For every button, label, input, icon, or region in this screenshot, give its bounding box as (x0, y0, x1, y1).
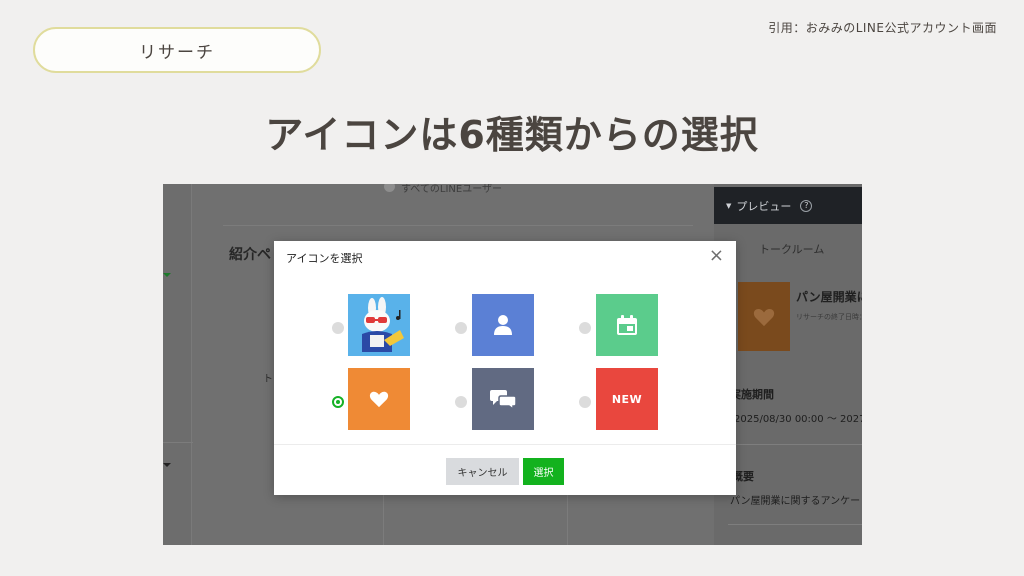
icon-option-person[interactable] (472, 294, 534, 356)
new-badge-icon: NEW (611, 392, 643, 406)
calendar-icon (617, 315, 637, 335)
icon-option-new[interactable]: NEW (596, 368, 658, 430)
heart-icon (369, 391, 389, 408)
icon-option-radio-person[interactable] (455, 322, 467, 334)
dialog-title: アイコンを選択 (286, 252, 363, 265)
section-label: リサーチ (33, 27, 321, 73)
section-title: 紹介ペ (229, 247, 271, 263)
divider (163, 442, 193, 443)
icon-option-heart[interactable] (348, 368, 410, 430)
page-title: アイコンは6種類からの選択 (265, 113, 759, 157)
period-value: 2025/08/30 00:00 ～ 2027/0 (734, 414, 862, 425)
icon-option-character[interactable] (348, 294, 410, 356)
preview-header[interactable]: ▼ プレビュー ? (714, 187, 862, 224)
audience-option-label: すべてのLINEユーザー (401, 184, 503, 195)
icon-option-radio-heart[interactable] (332, 396, 344, 408)
person-icon (494, 315, 512, 335)
summary-value: パン屋開業に関するアンケー (730, 496, 861, 507)
partial-label: ト (263, 374, 273, 385)
period-label: 実施期間 (730, 388, 774, 401)
rabbit-character-icon (348, 294, 410, 356)
dialog-footer-divider (274, 444, 736, 445)
divider (728, 524, 862, 525)
left-column (163, 184, 192, 545)
preview-thumbnail (738, 282, 790, 351)
citation-text: 引用：おみみのLINE公式アカウント画面 (768, 21, 997, 35)
divider (383, 494, 384, 545)
preview-header-label: プレビュー (736, 199, 792, 213)
divider (223, 225, 693, 226)
chat-bubbles-icon (490, 390, 516, 410)
divider (728, 444, 862, 445)
select-button[interactable]: 選択 (523, 458, 564, 485)
icon-select-dialog: アイコンを選択 × NEW キャンセル 選択 (274, 241, 736, 495)
audience-radio[interactable] (384, 184, 395, 192)
caret-down-icon[interactable] (163, 463, 171, 467)
cancel-button[interactable]: キャンセル (446, 458, 519, 485)
icon-option-chat[interactable] (472, 368, 534, 430)
preview-panel: ▼ プレビュー ? トークルーム パン屋開業に リサーチの終了日時： 実施期間 … (714, 184, 862, 545)
icon-option-radio-chat[interactable] (455, 396, 467, 408)
preview-card-title: パン屋開業に (796, 290, 862, 304)
heart-icon (753, 308, 775, 326)
tab-talkroom[interactable]: トークルーム (714, 224, 862, 274)
icon-option-radio-new[interactable] (579, 396, 591, 408)
icon-option-radio-character[interactable] (332, 322, 344, 334)
help-icon[interactable]: ? (800, 199, 813, 212)
icon-option-radio-calendar[interactable] (579, 322, 591, 334)
caret-down-icon[interactable] (163, 273, 171, 277)
icon-option-calendar[interactable] (596, 294, 658, 356)
divider (567, 494, 568, 545)
close-icon[interactable]: × (709, 246, 724, 266)
preview-card-subtitle: リサーチの終了日時： (796, 313, 862, 321)
caret-down-icon: ▼ (726, 201, 732, 210)
